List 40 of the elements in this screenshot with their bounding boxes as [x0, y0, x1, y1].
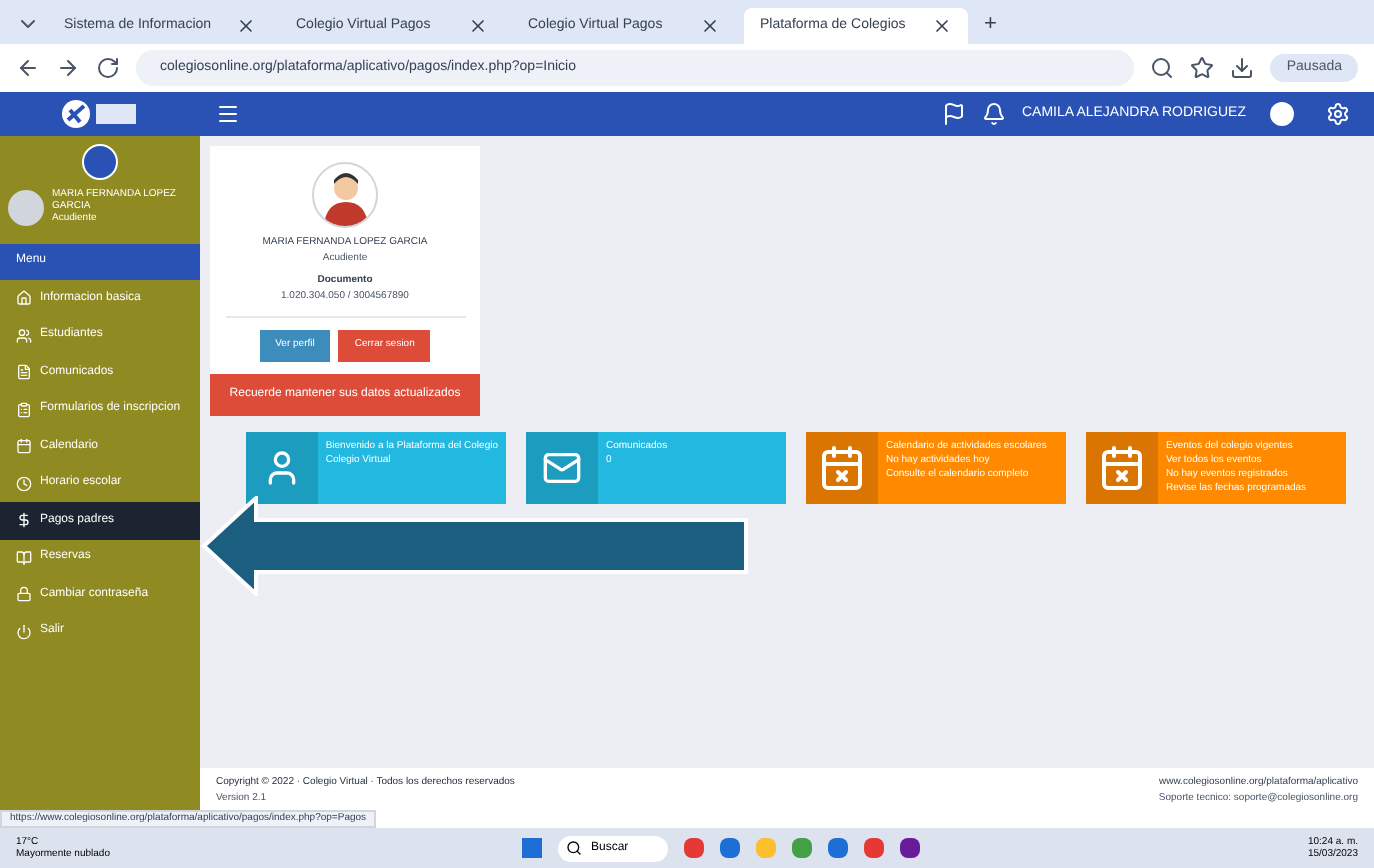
menu-item-icon [16, 364, 32, 381]
menu-item-icon [16, 549, 32, 566]
app-icon[interactable] [828, 838, 849, 858]
menu-item-icon [16, 475, 32, 492]
calendar-icon [818, 443, 866, 491]
close-icon[interactable] [236, 16, 256, 36]
school-emblem-icon [82, 144, 118, 180]
logo-icon [60, 98, 140, 130]
close-icon[interactable] [932, 16, 952, 36]
download-icon[interactable] [1230, 56, 1255, 80]
flag-icon[interactable] [941, 102, 966, 126]
search-icon[interactable] [1150, 56, 1175, 80]
start-icon[interactable] [522, 838, 543, 858]
app-icon[interactable] [864, 838, 885, 858]
menu-item-icon [16, 327, 32, 344]
menu-item-icon [16, 401, 32, 418]
avatar-icon[interactable] [1270, 102, 1294, 126]
new-tab-button[interactable]: + [976, 7, 1005, 40]
forward-icon[interactable] [56, 56, 80, 80]
menu-item-icon [16, 438, 32, 455]
menu-item-icon [16, 290, 32, 307]
avatar-icon [8, 189, 44, 226]
app-icon[interactable] [720, 838, 741, 858]
settings-icon[interactable] [1326, 102, 1350, 126]
menu-item-icon [16, 512, 32, 529]
back-icon[interactable] [16, 56, 40, 80]
menu-item-icon [16, 623, 32, 640]
star-icon[interactable] [1190, 56, 1215, 80]
avatar-icon [312, 162, 378, 228]
close-icon[interactable] [700, 16, 720, 36]
menu-item-icon [16, 586, 32, 603]
app-icon[interactable] [684, 838, 705, 858]
calendar-icon [1098, 443, 1146, 491]
app-icon[interactable] [900, 838, 921, 858]
close-icon[interactable] [468, 16, 488, 36]
envelope-icon [542, 447, 582, 487]
menu-icon[interactable] [216, 102, 240, 126]
bell-icon[interactable] [981, 102, 1006, 126]
reload-icon[interactable] [96, 56, 120, 80]
search-icon [566, 840, 583, 856]
